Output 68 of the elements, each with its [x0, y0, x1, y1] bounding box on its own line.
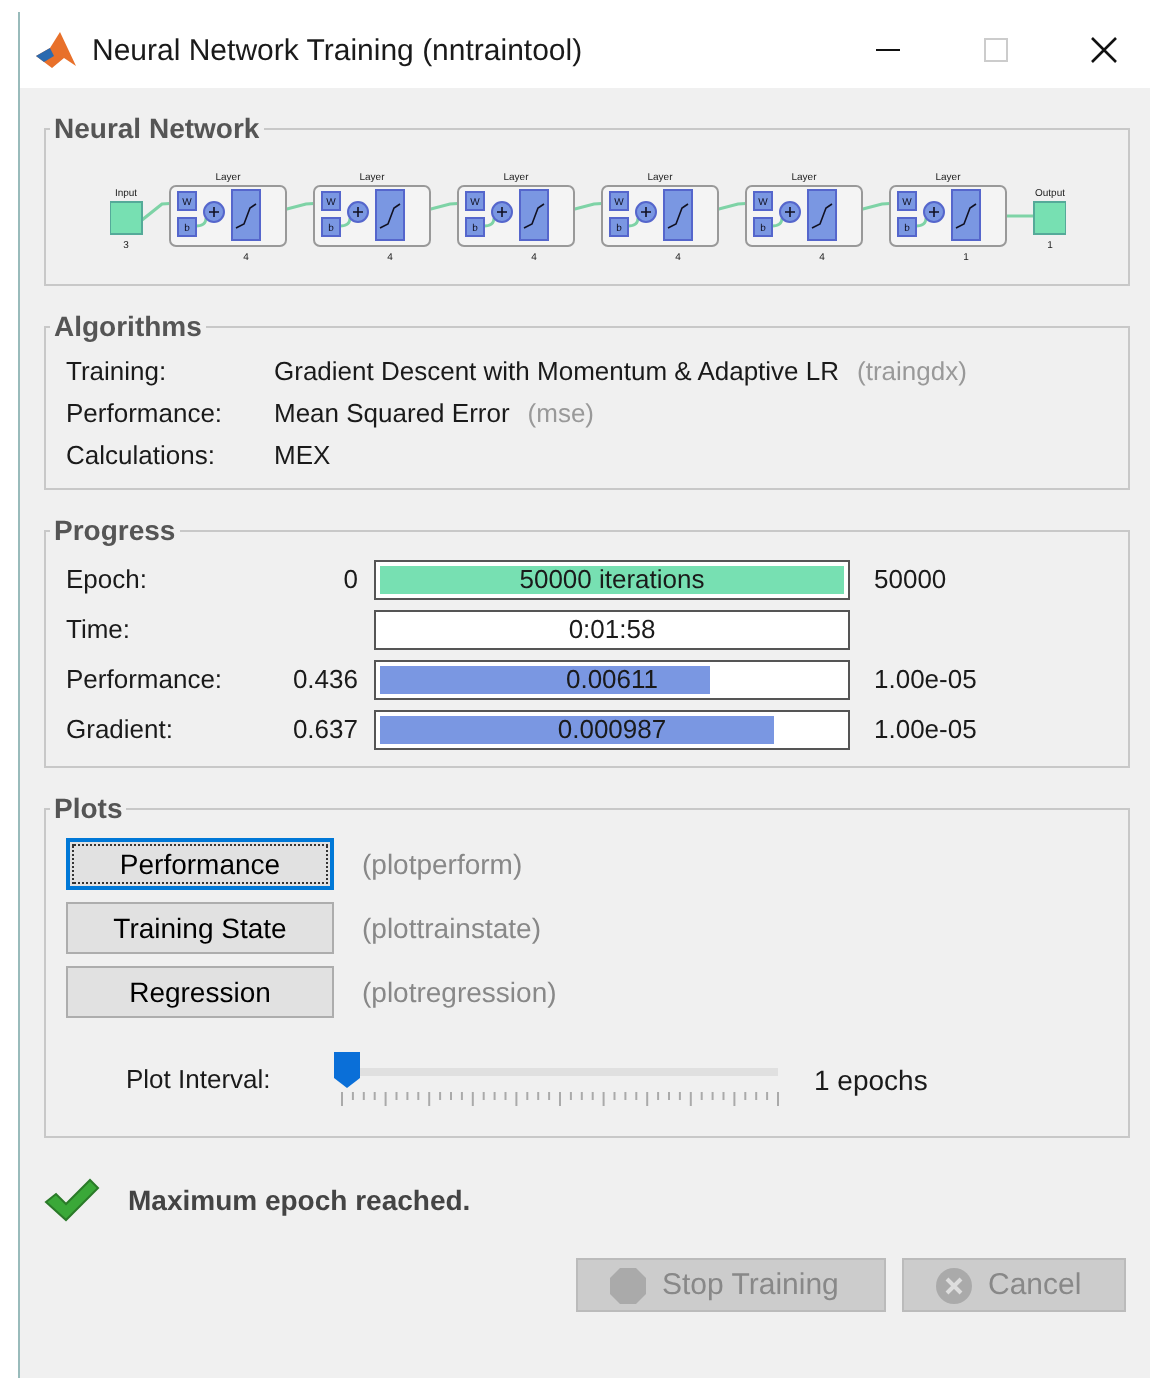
section-title: Neural Network	[52, 112, 262, 144]
weight-box	[464, 191, 484, 211]
transfer-function-icon	[950, 189, 980, 241]
plot-button[interactable]: Performance	[66, 838, 334, 890]
field-label: Time:	[66, 614, 133, 644]
checkmark-icon	[44, 1178, 100, 1222]
target-value: 1.00e-05	[872, 664, 977, 694]
field-value: Mean Squared Error	[274, 398, 510, 428]
field-label: Gradient:	[66, 714, 175, 744]
start-value: 0	[343, 564, 358, 594]
connection-line	[338, 217, 351, 228]
bias-box	[752, 217, 772, 237]
field-value: Gradient Descent with Momentum & Adaptive LR	[274, 356, 840, 386]
function-name: (traingdx)	[857, 356, 967, 386]
field-label: Epoch:	[66, 564, 149, 594]
plot-button[interactable]: Training State	[66, 902, 334, 954]
app-logo-icon	[36, 32, 76, 68]
minimize-icon[interactable]	[876, 48, 900, 52]
connection-line	[770, 217, 783, 228]
start-value: 0.436	[292, 664, 358, 694]
bias-box	[320, 217, 340, 237]
target-value: 1.00e-05	[872, 714, 977, 744]
bar-value: 50000 iterations	[519, 564, 705, 594]
slider-label: Plot Interval:	[126, 1064, 273, 1094]
plot-button[interactable]: Regression	[66, 966, 334, 1018]
weight-box	[752, 191, 772, 211]
bar-value: 0.000987	[557, 714, 667, 744]
slider-value: 1 epochs	[814, 1064, 928, 1096]
weight-box	[176, 191, 196, 211]
bias-box	[896, 217, 916, 237]
slider-thumb[interactable]	[334, 1052, 360, 1088]
output-node	[1032, 201, 1065, 235]
transfer-function-icon	[374, 189, 404, 241]
field-label: Training:	[66, 356, 169, 386]
field-label: Performance:	[66, 664, 225, 694]
section-title: Plots	[52, 792, 125, 824]
function-name: (plotperform)	[362, 848, 523, 880]
bias-box	[464, 217, 484, 237]
bar-value: 0.00611	[565, 664, 659, 694]
connection-line	[482, 217, 495, 228]
cancel-icon	[936, 1267, 972, 1303]
start-value: 0.637	[292, 714, 358, 744]
function-name: (mse)	[527, 398, 594, 428]
transfer-function-icon	[518, 189, 548, 241]
function-name: (plottrainstate)	[362, 912, 541, 944]
transfer-function-icon	[806, 189, 836, 241]
input-node	[109, 201, 142, 235]
close-icon[interactable]	[1090, 36, 1118, 64]
transfer-function-icon	[662, 189, 692, 241]
field-label: Calculations:	[66, 440, 217, 470]
connection-line	[194, 217, 207, 228]
function-name: (plotregression)	[362, 976, 557, 1008]
window-title: Neural Network Training (nntraintool)	[92, 33, 585, 67]
connection-line	[626, 217, 639, 228]
section-title: Progress	[52, 514, 178, 546]
bias-box	[176, 217, 196, 237]
bias-box	[608, 217, 628, 237]
weight-box	[320, 191, 340, 211]
section-title: Algorithms	[52, 310, 204, 342]
status-message: Maximum epoch reached.	[128, 1184, 471, 1216]
field-label: Performance:	[66, 398, 225, 428]
weight-box	[896, 191, 916, 211]
transfer-function-icon	[230, 189, 260, 241]
stop-icon	[610, 1267, 646, 1303]
target-value: 50000	[872, 564, 947, 594]
field-value: MEX	[274, 440, 331, 470]
connection-line	[914, 217, 927, 228]
weight-box	[608, 191, 628, 211]
